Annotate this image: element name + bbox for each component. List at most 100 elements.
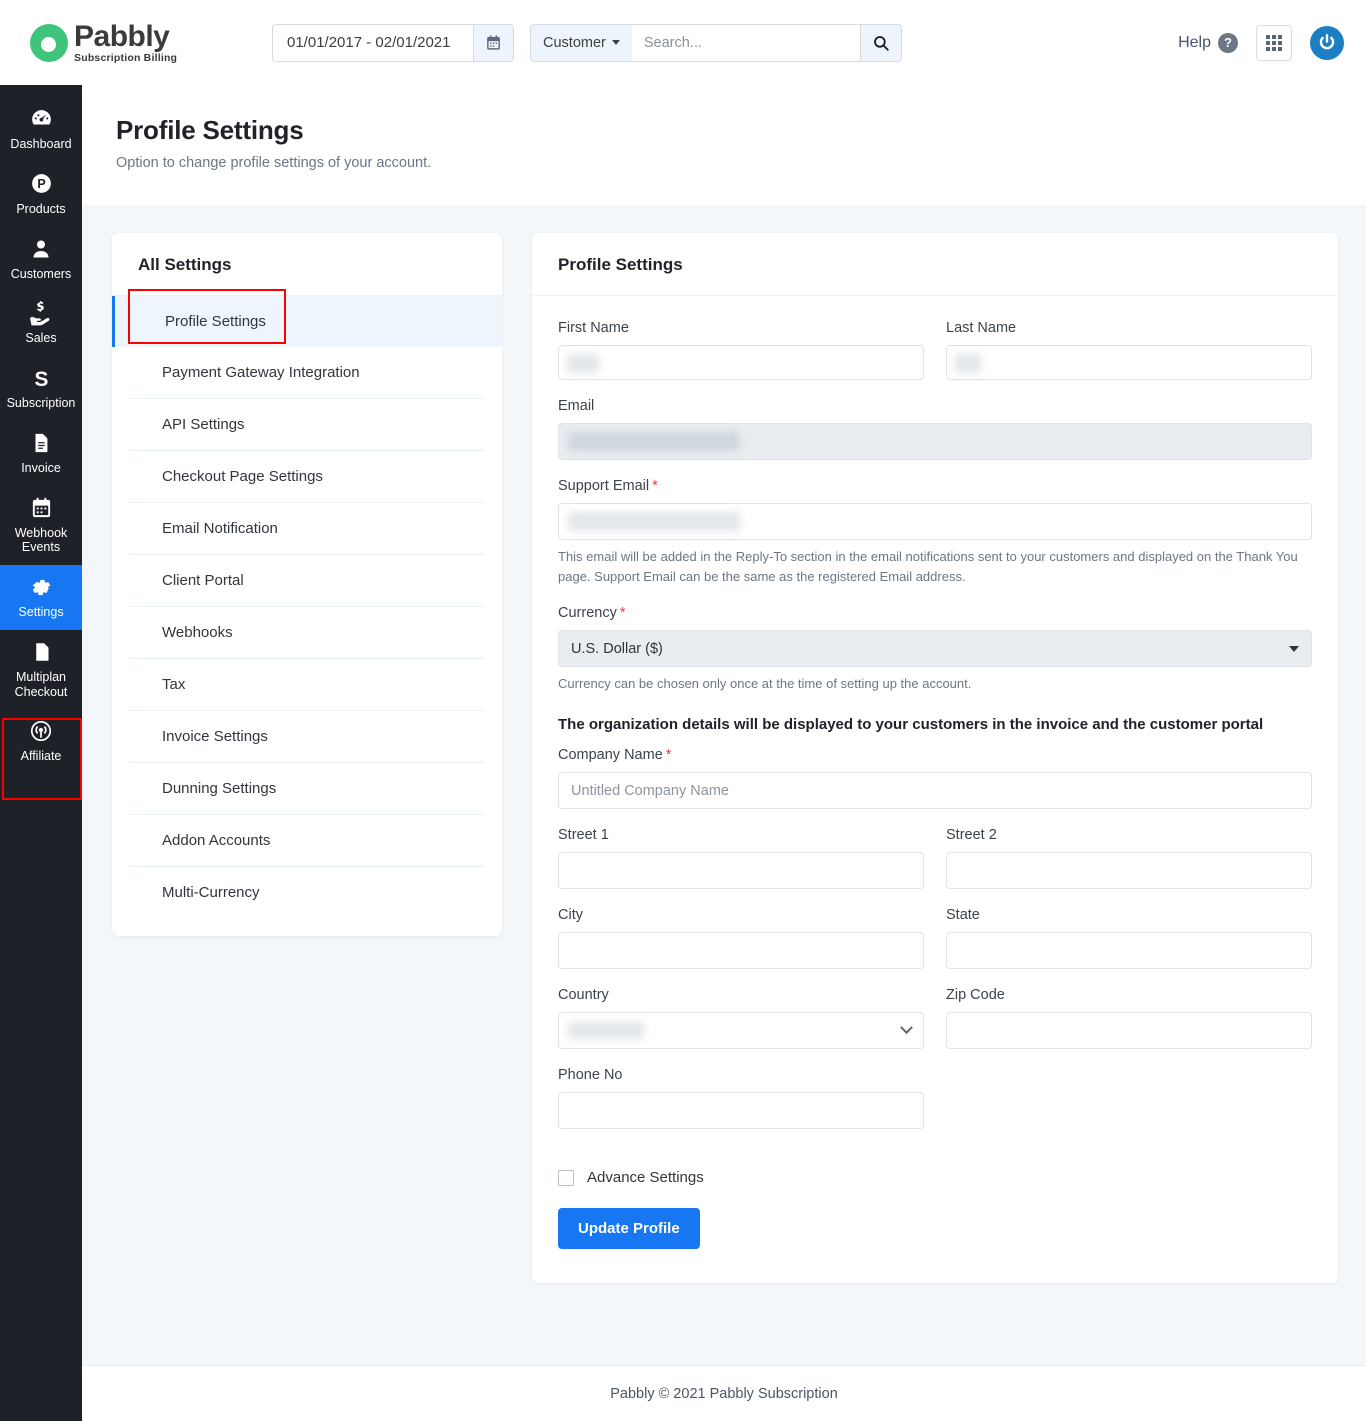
document-icon bbox=[30, 430, 52, 456]
svg-text:P: P bbox=[37, 177, 45, 191]
zip-code-label: Zip Code bbox=[946, 987, 1005, 1004]
sidebar-item-dashboard[interactable]: Dashboard bbox=[0, 97, 82, 162]
sidebar-item-customers[interactable]: Customers bbox=[0, 227, 82, 292]
currency-label: Currency * bbox=[558, 605, 626, 622]
settings-item-label: Webhooks bbox=[162, 624, 233, 641]
city-label: City bbox=[558, 907, 583, 924]
settings-item-label: Tax bbox=[162, 676, 186, 693]
sidebar-item-label: Customers bbox=[10, 266, 72, 281]
phone-no-input[interactable] bbox=[558, 1092, 924, 1130]
currency-select[interactable]: U.S. Dollar ($) bbox=[558, 630, 1312, 668]
search-button[interactable] bbox=[859, 23, 902, 62]
apps-grid-button[interactable] bbox=[1256, 24, 1292, 61]
calendar-icon bbox=[30, 495, 53, 521]
email-label: Email bbox=[558, 398, 595, 414]
sidebar-item-label: Invoice bbox=[21, 460, 61, 475]
zip-code-group: Zip Code bbox=[946, 987, 1312, 1050]
search-input[interactable] bbox=[631, 23, 860, 62]
account-power-button[interactable] bbox=[1310, 25, 1344, 60]
sidebar-item-invoice[interactable]: Invoice bbox=[0, 421, 82, 486]
phone-spacer bbox=[946, 1067, 1312, 1129]
support-email-help: This email will be added in the Reply-To… bbox=[558, 549, 1298, 585]
left-sidebar: Dashboard P Products Customers Sales S S… bbox=[0, 85, 82, 1421]
sidebar-item-label: Sales bbox=[25, 331, 57, 346]
sidebar-item-label: Products bbox=[16, 201, 66, 216]
company-name-input[interactable] bbox=[558, 772, 1312, 810]
street2-input[interactable] bbox=[946, 852, 1312, 890]
page-subtitle: Option to change profile settings of you… bbox=[116, 155, 432, 171]
country-label: Country bbox=[558, 987, 609, 1004]
date-range-value[interactable]: 01/01/2017 - 02/01/2021 bbox=[273, 24, 473, 61]
email-group: Email bbox=[558, 398, 1312, 460]
settings-item-profile-settings[interactable]: Profile Settings bbox=[112, 296, 502, 347]
broadcast-icon bbox=[29, 718, 53, 744]
sidebar-item-settings[interactable]: Settings bbox=[0, 565, 82, 630]
brand-tagline: Subscription Billing bbox=[74, 51, 178, 64]
settings-item-label: Multi-Currency bbox=[162, 884, 260, 901]
currency-help: Currency can be chosen only once at the … bbox=[558, 676, 972, 692]
chevron-down-icon bbox=[611, 40, 620, 45]
state-input[interactable] bbox=[946, 932, 1312, 970]
settings-item-label: Payment Gateway Integration bbox=[162, 364, 360, 381]
search-bar: Customer bbox=[530, 23, 902, 62]
help-label: Help bbox=[1178, 33, 1211, 51]
settings-item-invoice-settings[interactable]: Invoice Settings bbox=[130, 711, 484, 763]
sidebar-item-subscription[interactable]: S Subscription bbox=[0, 356, 82, 421]
grid-apps-icon bbox=[1266, 34, 1282, 51]
street1-input[interactable] bbox=[558, 852, 924, 890]
last-name-input[interactable] bbox=[946, 345, 1312, 380]
settings-item-label: Addon Accounts bbox=[162, 832, 271, 849]
user-icon bbox=[29, 236, 53, 262]
first-name-label: First Name bbox=[558, 320, 629, 336]
street1-group: Street 1 bbox=[558, 827, 924, 890]
page-icon bbox=[31, 639, 52, 665]
zip-code-input[interactable] bbox=[946, 1012, 1312, 1050]
sidebar-item-label: Dashboard bbox=[10, 137, 72, 151]
settings-item-label: Invoice Settings bbox=[162, 728, 268, 745]
settings-item-dunning-settings[interactable]: Dunning Settings bbox=[130, 763, 484, 815]
all-settings-panel: All Settings Profile Settings Payment Ga… bbox=[112, 233, 502, 936]
brand-logo[interactable]: Pabbly Subscription Billing bbox=[30, 19, 210, 64]
letter-s-icon: S bbox=[29, 365, 54, 391]
advance-settings-checkbox[interactable] bbox=[558, 1169, 574, 1186]
settings-item-payment-gateway-integration[interactable]: Payment Gateway Integration bbox=[130, 347, 484, 399]
city-input[interactable] bbox=[558, 932, 924, 970]
settings-item-webhooks[interactable]: Webhooks bbox=[130, 607, 484, 659]
settings-item-addon-accounts[interactable]: Addon Accounts bbox=[130, 815, 484, 867]
settings-item-email-notification[interactable]: Email Notification bbox=[130, 503, 484, 555]
gear-icon bbox=[30, 574, 53, 600]
product-p-icon: P bbox=[29, 171, 54, 197]
email-redaction bbox=[568, 432, 740, 451]
settings-item-label: API Settings bbox=[162, 416, 245, 433]
chevron-down-icon bbox=[900, 1021, 913, 1035]
company-name-group: Company Name * bbox=[558, 747, 1312, 810]
street2-label: Street 2 bbox=[946, 827, 997, 844]
content-area: All Settings Profile Settings Payment Ga… bbox=[82, 205, 1366, 1284]
settings-item-api-settings[interactable]: API Settings bbox=[130, 399, 484, 451]
first-name-input[interactable] bbox=[558, 345, 924, 380]
sidebar-item-multiplan-checkout[interactable]: Multiplan Checkout bbox=[0, 630, 82, 710]
calendar-icon[interactable] bbox=[473, 24, 513, 61]
date-range-picker[interactable]: 01/01/2017 - 02/01/2021 bbox=[272, 23, 514, 62]
search-scope-label: Customer bbox=[543, 34, 606, 51]
sidebar-item-affiliate[interactable]: Affiliate bbox=[0, 709, 82, 774]
company-name-label: Company Name * bbox=[558, 747, 672, 764]
advance-settings-row: Advance Settings bbox=[558, 1169, 1312, 1186]
street2-group: Street 2 bbox=[946, 827, 1312, 890]
sidebar-item-webhook-events[interactable]: Webhook Events bbox=[0, 486, 82, 566]
settings-item-tax[interactable]: Tax bbox=[130, 659, 484, 711]
settings-item-multi-currency[interactable]: Multi-Currency bbox=[130, 867, 484, 918]
sidebar-item-sales[interactable]: Sales bbox=[0, 291, 82, 356]
search-scope-dropdown[interactable]: Customer bbox=[530, 23, 632, 62]
sidebar-item-products[interactable]: P Products bbox=[0, 162, 82, 227]
top-bar: Pabbly Subscription Billing 01/01/2017 -… bbox=[0, 0, 1366, 85]
top-bar-actions: Help ? bbox=[1178, 24, 1344, 61]
settings-item-checkout-page-settings[interactable]: Checkout Page Settings bbox=[130, 451, 484, 503]
settings-item-label: Client Portal bbox=[162, 572, 244, 589]
settings-item-client-portal[interactable]: Client Portal bbox=[130, 555, 484, 607]
sidebar-item-label: Affiliate bbox=[20, 749, 62, 764]
help-button[interactable]: Help ? bbox=[1178, 32, 1238, 53]
update-profile-button[interactable]: Update Profile bbox=[558, 1208, 700, 1250]
brand-name: Pabbly bbox=[74, 19, 170, 53]
sidebar-item-label: Multiplan Checkout bbox=[14, 669, 68, 699]
